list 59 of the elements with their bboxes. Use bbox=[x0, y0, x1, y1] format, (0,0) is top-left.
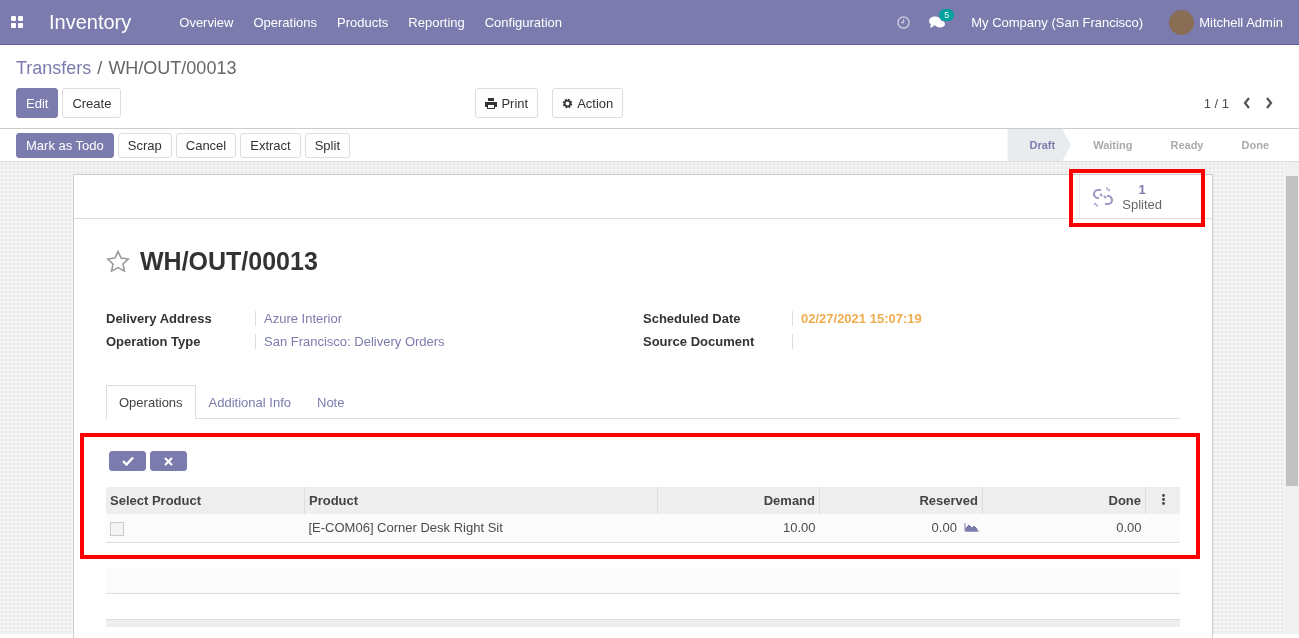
breadcrumb-separator: / bbox=[97, 58, 103, 79]
header-button[interactable]: Scrap bbox=[117, 132, 172, 158]
notebook-tab[interactable]: Note bbox=[304, 385, 358, 419]
menu-item[interactable]: Overview bbox=[179, 14, 234, 30]
field-label: Delivery Address bbox=[106, 311, 256, 326]
breadcrumb-current: WH/OUT/00013 bbox=[108, 58, 237, 79]
field-label: Scheduled Date bbox=[643, 311, 793, 326]
message-count-badge: 5 bbox=[939, 8, 955, 21]
column-header[interactable]: Demand bbox=[657, 487, 820, 514]
table-cell: 0.00 bbox=[1116, 520, 1142, 536]
gear-icon bbox=[562, 97, 574, 109]
column-options-icon[interactable] bbox=[1161, 494, 1165, 505]
star-icon[interactable] bbox=[106, 250, 130, 273]
dropdown-button[interactable]: Print bbox=[475, 88, 539, 118]
column-header[interactable]: Done bbox=[982, 487, 1146, 514]
form-button[interactable]: Edit bbox=[16, 88, 59, 118]
notebook-tab[interactable]: Additional Info bbox=[195, 385, 304, 419]
menu-item[interactable]: Reporting bbox=[408, 14, 465, 30]
area-chart-icon[interactable] bbox=[963, 522, 979, 533]
header-button[interactable]: Extract bbox=[240, 132, 301, 158]
status-step[interactable]: Draft bbox=[1007, 129, 1072, 161]
column-header[interactable]: Select Product bbox=[106, 487, 305, 514]
confirm-button[interactable] bbox=[109, 451, 146, 471]
notebook-tab[interactable]: Operations bbox=[106, 385, 196, 419]
app-name: Inventory bbox=[49, 10, 132, 34]
field-link[interactable]: San Francisco: Delivery Orders bbox=[264, 334, 445, 349]
table-cell: 10.00 bbox=[782, 520, 816, 536]
close-icon bbox=[164, 456, 173, 466]
apps-menu-icon[interactable] bbox=[11, 16, 23, 28]
printer-icon bbox=[485, 97, 498, 109]
header-button[interactable]: Split bbox=[304, 132, 350, 158]
column-header[interactable]: Product bbox=[304, 487, 658, 514]
discard-button[interactable] bbox=[150, 451, 187, 471]
user-menu[interactable]: Mitchell Admin bbox=[1199, 14, 1283, 30]
row-checkbox[interactable] bbox=[110, 521, 124, 536]
record-title: WH/OUT/00013 bbox=[140, 247, 318, 276]
header-button[interactable]: Mark as Todo bbox=[16, 132, 114, 158]
menu-item[interactable]: Products bbox=[337, 14, 389, 30]
field-link[interactable]: Azure Interior bbox=[264, 311, 343, 326]
checkmark-icon bbox=[121, 456, 134, 466]
table-cell: 0.00 bbox=[931, 520, 957, 536]
form-button[interactable]: Create bbox=[62, 88, 122, 118]
table-cell: [E-COM06] Corner Desk Right Sit bbox=[308, 520, 503, 536]
company-switcher[interactable]: My Company (San Francisco) bbox=[971, 14, 1144, 30]
pager-counter: 1 / 1 bbox=[1203, 95, 1229, 111]
header-button[interactable]: Cancel bbox=[175, 132, 237, 158]
dropdown-button[interactable]: Action bbox=[552, 88, 624, 118]
field-label: Operation Type bbox=[106, 334, 256, 349]
field-value: 02/27/2021 15:07:19 bbox=[801, 311, 922, 326]
clock-icon[interactable] bbox=[897, 15, 911, 29]
chevron-left-icon[interactable] bbox=[1243, 97, 1251, 109]
broken-link-icon bbox=[1092, 185, 1115, 208]
column-header[interactable]: Reserved bbox=[819, 487, 983, 514]
menu-item[interactable]: Operations bbox=[253, 14, 318, 30]
chevron-right-icon[interactable] bbox=[1265, 97, 1273, 109]
breadcrumb-link[interactable]: Transfers bbox=[16, 58, 92, 79]
scrollbar[interactable] bbox=[1285, 162, 1299, 634]
menu-item[interactable]: Configuration bbox=[484, 14, 563, 30]
field-label: Source Document bbox=[643, 334, 793, 349]
